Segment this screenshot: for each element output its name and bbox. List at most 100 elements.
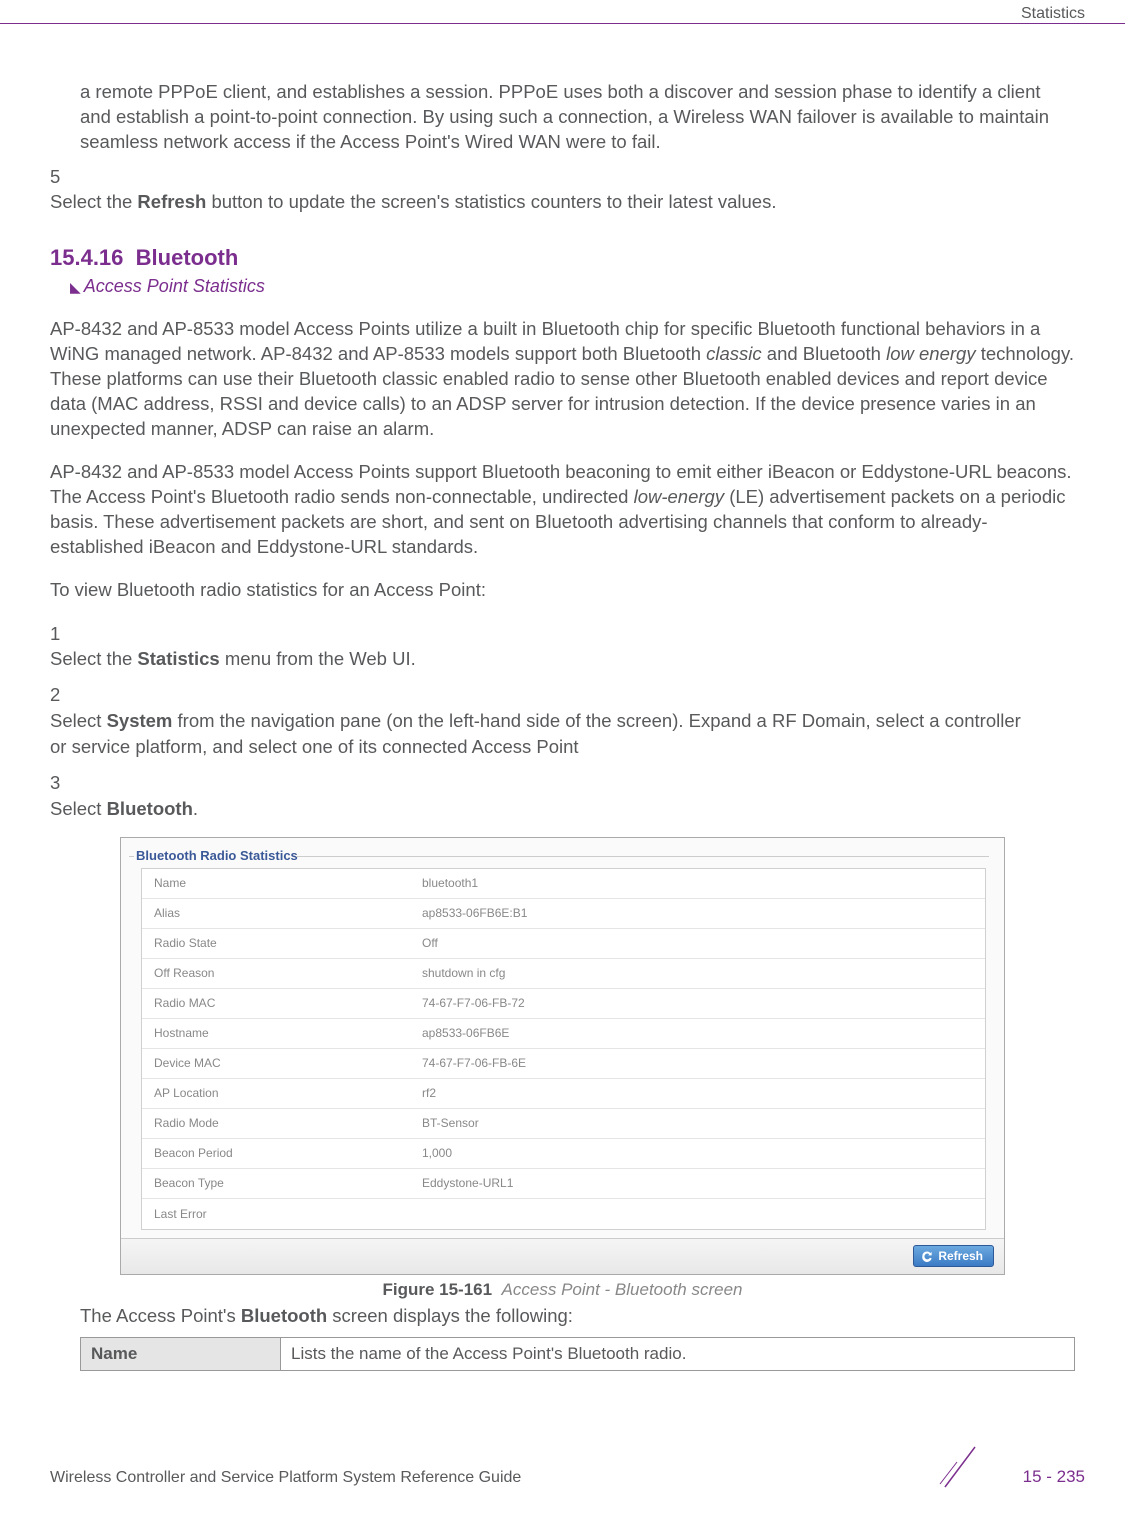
stat-value: bluetooth1 xyxy=(422,876,985,890)
table-row: Hostnameap8533-06FB6E xyxy=(142,1019,985,1049)
table-row: Off Reasonshutdown in cfg xyxy=(142,959,985,989)
text: . xyxy=(193,798,198,819)
refresh-icon xyxy=(920,1249,934,1263)
step-body: Select the Refresh button to update the … xyxy=(50,190,1040,215)
table-row: Beacon Period1,000 xyxy=(142,1139,985,1169)
table-row: Beacon TypeEddystone-URL1 xyxy=(142,1169,985,1199)
stats-table: Namebluetooth1 Aliasap8533-06FB6E:B1 Rad… xyxy=(141,868,986,1230)
footer-guide-name: Wireless Controller and Service Platform… xyxy=(50,1469,521,1487)
keyword: Bluetooth xyxy=(107,798,193,819)
step-body: Select System from the navigation pane (… xyxy=(50,708,1040,760)
stat-value: ap8533-06FB6E xyxy=(422,1026,985,1040)
stat-label: Radio MAC xyxy=(142,996,422,1010)
arrow-icon: ◣ xyxy=(70,279,81,295)
breadcrumb-link[interactable]: ◣Access Point Statistics xyxy=(70,276,1075,297)
step-body: Select the Statistics menu from the Web … xyxy=(50,646,1040,672)
text: The Access Point's xyxy=(80,1305,241,1326)
text: from the navigation pane (on the left-ha… xyxy=(50,710,1021,757)
intro-sentence: To view Bluetooth radio statistics for a… xyxy=(50,578,1075,603)
page-footer: Wireless Controller and Service Platform… xyxy=(50,1467,1085,1487)
stat-label: Device MAC xyxy=(142,1056,422,1070)
description-table: Name Lists the name of the Access Point'… xyxy=(80,1337,1075,1371)
figure-caption: Figure 15-161 Access Point - Bluetooth s… xyxy=(120,1280,1005,1300)
keyword: System xyxy=(107,710,173,731)
stat-label: AP Location xyxy=(142,1086,422,1100)
panel-title: Bluetooth Radio Statistics xyxy=(136,848,298,863)
refresh-label: Refresh xyxy=(938,1249,983,1263)
link-text: Access Point Statistics xyxy=(84,276,265,296)
stat-label: Radio State xyxy=(142,936,422,950)
stat-value: BT-Sensor xyxy=(422,1116,985,1130)
refresh-toolbar: Refresh xyxy=(121,1238,1004,1274)
stat-value: Off xyxy=(422,936,985,950)
step-number: 2 xyxy=(50,682,80,708)
step-2: 2 Select System from the navigation pane… xyxy=(50,682,1075,760)
text: Select xyxy=(50,798,107,819)
table-row: Namebluetooth1 xyxy=(142,869,985,899)
stat-value: 1,000 xyxy=(422,1146,985,1160)
step-5: 5 Select the Refresh button to update th… xyxy=(50,165,1075,215)
stat-label: Beacon Type xyxy=(142,1176,422,1190)
step-1: 1 Select the Statistics menu from the We… xyxy=(50,621,1075,673)
italic-low-energy: low-energy xyxy=(634,486,725,507)
table-row: Radio ModeBT-Sensor xyxy=(142,1109,985,1139)
refresh-keyword: Refresh xyxy=(137,191,206,212)
section-heading: 15.4.16 Bluetooth xyxy=(50,245,1075,271)
header-divider xyxy=(0,23,1125,24)
after-figure-text: The Access Point's Bluetooth screen disp… xyxy=(80,1305,1075,1327)
stat-value: 74-67-F7-06-FB-72 xyxy=(422,996,985,1010)
stat-value: shutdown in cfg xyxy=(422,966,985,980)
stat-label: Alias xyxy=(142,906,422,920)
step-number: 5 xyxy=(50,165,80,190)
stat-label: Name xyxy=(142,876,422,890)
stat-label: Off Reason xyxy=(142,966,422,980)
panel-border xyxy=(296,856,989,857)
screenshot-container: Bluetooth Radio Statistics Namebluetooth… xyxy=(120,837,1005,1300)
text: Select xyxy=(50,710,107,731)
page-number: 15 - 235 xyxy=(1023,1467,1085,1487)
stat-label: Hostname xyxy=(142,1026,422,1040)
text: Select the xyxy=(50,648,137,669)
body-paragraph-1: AP-8432 and AP-8533 model Access Points … xyxy=(50,317,1075,442)
desc-value-cell: Lists the name of the Access Point's Blu… xyxy=(281,1337,1075,1370)
text: and Bluetooth xyxy=(762,343,886,364)
refresh-button[interactable]: Refresh xyxy=(913,1245,994,1267)
italic-classic: classic xyxy=(706,343,762,364)
table-row: AP Locationrf2 xyxy=(142,1079,985,1109)
stat-label: Last Error xyxy=(142,1207,422,1221)
table-row: Radio StateOff xyxy=(142,929,985,959)
stat-value: ap8533-06FB6E:B1 xyxy=(422,906,985,920)
step-number: 1 xyxy=(50,621,80,647)
keyword: Statistics xyxy=(137,648,219,669)
section-number: 15.4.16 xyxy=(50,245,123,270)
stat-value: 74-67-F7-06-FB-6E xyxy=(422,1056,985,1070)
bluetooth-stats-panel: Bluetooth Radio Statistics Namebluetooth… xyxy=(120,837,1005,1275)
steps-list: 1 Select the Statistics menu from the We… xyxy=(50,621,1075,822)
footer-divider-icon xyxy=(935,1442,985,1492)
step-body: Select Bluetooth. xyxy=(50,796,1040,822)
step-3: 3 Select Bluetooth. xyxy=(50,770,1075,822)
stat-value: Eddystone-URL1 xyxy=(422,1176,985,1190)
stat-value: rf2 xyxy=(422,1086,985,1100)
text: Select the xyxy=(50,191,137,212)
table-row: Radio MAC74-67-F7-06-FB-72 xyxy=(142,989,985,1019)
italic-low-energy: low energy xyxy=(886,343,975,364)
text: button to update the screen's statistics… xyxy=(206,191,776,212)
table-row: Device MAC74-67-F7-06-FB-6E xyxy=(142,1049,985,1079)
keyword: Bluetooth xyxy=(241,1305,327,1326)
section-title: Bluetooth xyxy=(136,245,239,270)
figure-label: Figure 15-161 xyxy=(382,1280,492,1299)
figure-desc-text: Access Point - Bluetooth screen xyxy=(502,1280,743,1299)
text: menu from the Web UI. xyxy=(220,648,416,669)
continuation-paragraph: a remote PPPoE client, and establishes a… xyxy=(80,80,1075,155)
table-row: Aliasap8533-06FB6E:B1 xyxy=(142,899,985,929)
panel-border xyxy=(129,856,134,857)
stat-label: Radio Mode xyxy=(142,1116,422,1130)
table-row: Name Lists the name of the Access Point'… xyxy=(81,1337,1075,1370)
figure-description: Access Point - Bluetooth screen xyxy=(497,1280,743,1299)
stat-label: Beacon Period xyxy=(142,1146,422,1160)
desc-name-cell: Name xyxy=(81,1337,281,1370)
table-row: Last Error xyxy=(142,1199,985,1229)
body-paragraph-2: AP-8432 and AP-8533 model Access Points … xyxy=(50,460,1075,560)
text: screen displays the following: xyxy=(327,1305,573,1326)
